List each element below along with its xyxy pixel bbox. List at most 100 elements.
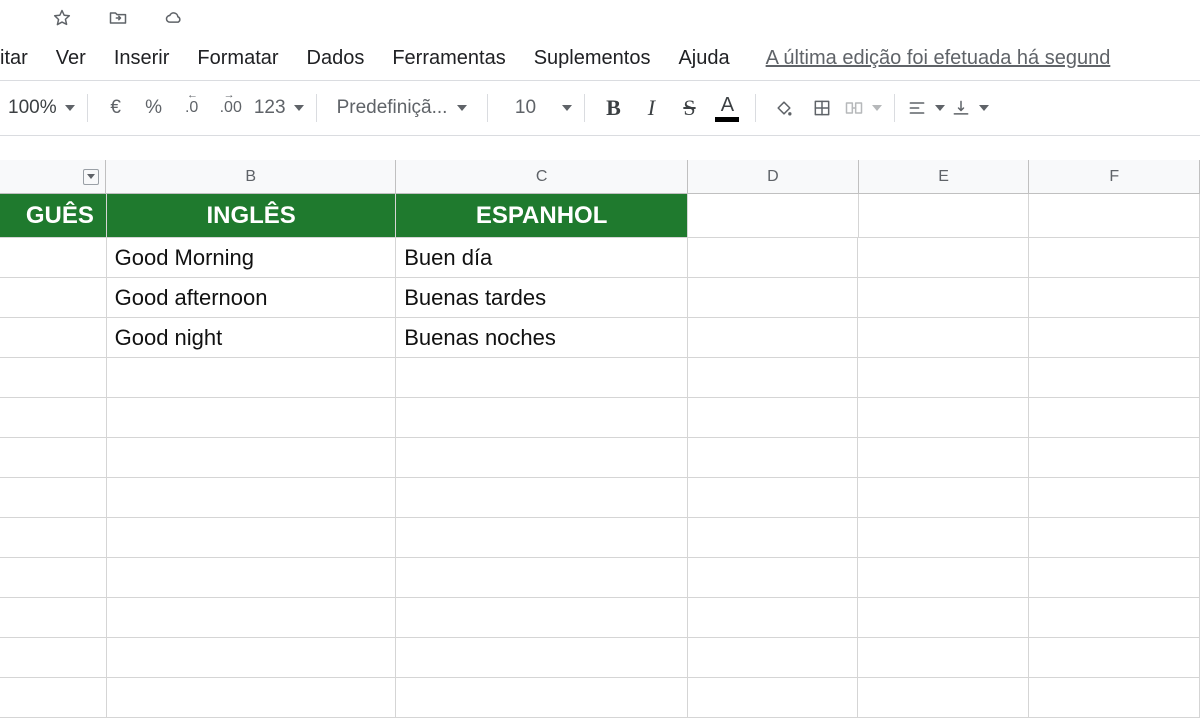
cell[interactable] [858, 478, 1029, 518]
cell[interactable] [688, 638, 859, 678]
cell[interactable] [0, 478, 107, 518]
cell[interactable] [688, 278, 859, 318]
horizontal-align-button[interactable] [907, 98, 945, 118]
cell[interactable] [107, 398, 397, 438]
cell[interactable] [396, 638, 688, 678]
bold-button[interactable]: B [597, 88, 629, 128]
cell[interactable] [396, 518, 688, 558]
column-header-e[interactable]: E [859, 160, 1030, 193]
cell[interactable] [688, 478, 859, 518]
cell[interactable] [1029, 238, 1200, 278]
cell[interactable]: INGLÊS [107, 194, 397, 238]
cell[interactable]: ESPANHOL [396, 194, 687, 238]
filter-icon[interactable] [83, 169, 99, 185]
cell[interactable] [688, 598, 859, 638]
cell[interactable] [858, 238, 1029, 278]
cell[interactable] [688, 518, 859, 558]
cell[interactable] [858, 638, 1029, 678]
cell[interactable] [858, 678, 1029, 718]
format-currency-button[interactable]: € [100, 88, 132, 128]
column-header-f[interactable]: F [1029, 160, 1200, 193]
cell[interactable] [859, 194, 1030, 238]
cell[interactable] [858, 278, 1029, 318]
cell[interactable] [107, 678, 397, 718]
cell[interactable]: Buenas tardes [396, 278, 688, 318]
cell[interactable] [688, 358, 859, 398]
menu-view[interactable]: Ver [42, 41, 100, 76]
cell[interactable] [1029, 194, 1200, 238]
cell[interactable]: Good Morning [107, 238, 397, 278]
cell[interactable] [0, 358, 107, 398]
cell[interactable] [107, 558, 397, 598]
cell[interactable] [1029, 278, 1200, 318]
cell[interactable] [1029, 318, 1200, 358]
menu-edit[interactable]: itar [0, 41, 42, 76]
cell[interactable] [107, 358, 397, 398]
cell[interactable] [0, 318, 107, 358]
cell[interactable] [107, 638, 397, 678]
cell[interactable] [0, 558, 107, 598]
cell[interactable] [396, 598, 688, 638]
cell[interactable] [0, 238, 107, 278]
cell[interactable] [688, 318, 859, 358]
cell[interactable] [688, 558, 859, 598]
menu-insert[interactable]: Inserir [100, 41, 184, 76]
cell[interactable] [858, 558, 1029, 598]
cell[interactable] [107, 478, 397, 518]
cell[interactable] [858, 398, 1029, 438]
italic-button[interactable]: I [635, 88, 667, 128]
fill-color-button[interactable] [768, 88, 800, 128]
cell[interactable] [107, 518, 397, 558]
menu-data[interactable]: Dados [293, 41, 379, 76]
cell[interactable] [0, 438, 107, 478]
cell[interactable]: Buen día [396, 238, 688, 278]
cell[interactable] [1029, 678, 1200, 718]
cell[interactable] [1029, 598, 1200, 638]
cell[interactable] [107, 598, 397, 638]
star-icon[interactable] [46, 0, 78, 38]
menu-addons[interactable]: Suplementos [520, 41, 665, 76]
font-size-select[interactable]: 10 [500, 90, 572, 126]
cell[interactable] [858, 598, 1029, 638]
cell[interactable] [688, 438, 859, 478]
cell[interactable] [858, 358, 1029, 398]
column-header-a[interactable] [0, 160, 106, 193]
cell[interactable] [396, 438, 688, 478]
more-formats-button[interactable]: 123 [254, 97, 304, 119]
cell[interactable] [0, 518, 107, 558]
cell[interactable] [107, 438, 397, 478]
cell[interactable] [396, 678, 688, 718]
cell[interactable] [688, 194, 859, 238]
font-family-select[interactable]: Predefiniçã... [329, 88, 476, 128]
cell[interactable] [0, 278, 107, 318]
cell[interactable] [0, 638, 107, 678]
cell[interactable] [0, 398, 107, 438]
format-percent-button[interactable]: % [138, 88, 170, 128]
move-to-folder-icon[interactable] [102, 0, 134, 38]
cell[interactable] [688, 238, 859, 278]
column-header-c[interactable]: C [396, 160, 688, 193]
cell[interactable]: Buenas noches [396, 318, 688, 358]
cell[interactable] [1029, 358, 1200, 398]
merge-cells-button[interactable] [844, 98, 882, 118]
cell[interactable]: GUÊS [0, 194, 107, 238]
column-header-b[interactable]: B [106, 160, 396, 193]
cell[interactable] [858, 438, 1029, 478]
menu-format[interactable]: Formatar [183, 41, 292, 76]
decrease-decimal-button[interactable]: .0← [176, 88, 208, 128]
vertical-align-button[interactable] [951, 98, 989, 118]
zoom-select[interactable]: 100% [8, 97, 75, 119]
cell[interactable] [396, 358, 688, 398]
cell[interactable] [0, 598, 107, 638]
cell[interactable] [858, 318, 1029, 358]
increase-decimal-button[interactable]: .00→ [214, 88, 248, 128]
cell[interactable]: Good afternoon [107, 278, 397, 318]
cell[interactable] [1029, 558, 1200, 598]
cell[interactable] [1029, 638, 1200, 678]
cell[interactable] [1029, 398, 1200, 438]
text-color-button[interactable]: A [711, 88, 743, 128]
cell[interactable] [858, 518, 1029, 558]
cloud-saved-icon[interactable] [158, 0, 190, 38]
last-edit-link[interactable]: A última edição foi efetuada há segund [766, 47, 1111, 70]
strikethrough-button[interactable]: S [673, 88, 705, 128]
